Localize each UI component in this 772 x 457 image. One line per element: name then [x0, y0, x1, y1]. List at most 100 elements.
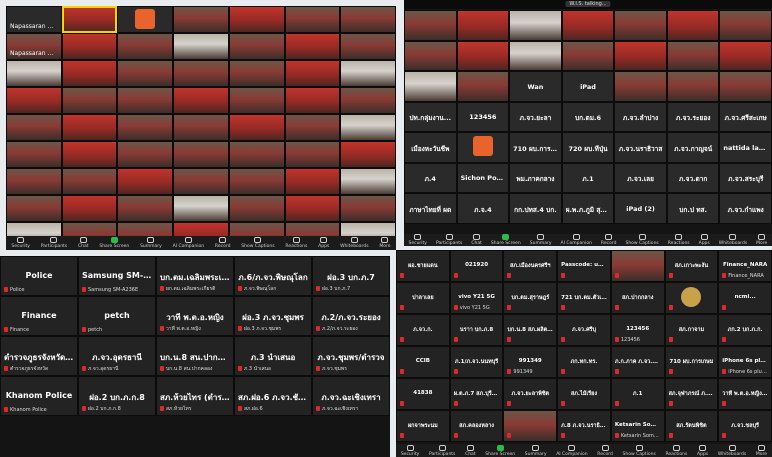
participant-tile[interactable]: [6, 195, 62, 222]
participant-tile[interactable]: ภ.จว.ศรีบุ: [557, 314, 611, 346]
participant-tile[interactable]: Police Police: [0, 256, 78, 296]
participant-tile[interactable]: [340, 168, 396, 195]
participant-tile[interactable]: ภ.จว.สระบุรี: [719, 162, 772, 193]
reactions-button[interactable]: Reactions: [285, 237, 307, 249]
participant-tile[interactable]: ภ.จว.ชุมพร/ตำรวจ ภ.จว.ชุมพร: [312, 336, 390, 376]
participant-tile[interactable]: ภ.จว.ชลบุรี: [718, 410, 772, 442]
participant-tile[interactable]: [6, 114, 62, 141]
participant-tile[interactable]: nattida lamnoi: [719, 132, 772, 163]
participant-tile[interactable]: [404, 40, 457, 71]
participant-tile[interactable]: 123456: [456, 101, 510, 132]
participant-tile[interactable]: [503, 410, 558, 442]
participant-tile[interactable]: ภ.จ.4: [456, 193, 510, 224]
participant-tile[interactable]: [173, 168, 229, 195]
participant-tile[interactable]: Finance_NARA Finance_NARA: [718, 250, 772, 282]
share-screen-button[interactable]: Share Screen: [485, 444, 515, 457]
participant-tile[interactable]: [228, 60, 285, 87]
participant-tile[interactable]: [614, 40, 667, 71]
participant-tile[interactable]: [666, 10, 720, 41]
participant-tile[interactable]: [61, 168, 118, 195]
participant-tile[interactable]: ภ.จว.เลย: [614, 162, 667, 193]
summary-button[interactable]: Summary: [525, 444, 547, 457]
participant-tile[interactable]: [117, 87, 174, 114]
participant-tile[interactable]: ภ.1: [610, 378, 665, 410]
more-button[interactable]: More: [379, 237, 391, 249]
participant-tile[interactable]: vivo Y21 5G vivo Y21 5G: [449, 282, 504, 314]
participant-tile[interactable]: สภ.ปากกลาง: [610, 282, 665, 314]
participant-tile[interactable]: iPhone 6s plus (2) iPhone 6s plus (2): [718, 346, 772, 378]
participant-tile[interactable]: ภ.6/ภ.จว.พิษณุโลก ภ.จว.พิษณุโลก: [234, 256, 312, 296]
participant-tile[interactable]: 710 ผบ.การอน: [509, 132, 562, 163]
participant-tile[interactable]: ภ.ก.ภาค ภ.จว.กพร.: [610, 346, 665, 378]
share-screen-button[interactable]: Share Screen: [491, 234, 521, 246]
participant-tile[interactable]: ผ.พ.ภ.ภูมิ สุจริต: [561, 193, 615, 224]
participant-tile[interactable]: วาที พ.ต.อ.หญิงบุษกร: [718, 378, 772, 410]
participant-tile[interactable]: [117, 6, 174, 33]
participant-tile[interactable]: สภ.ห้วยไทร (ตำรวจ) สภ.ห้วยไทร: [156, 376, 234, 416]
participant-tile[interactable]: สภ.ไม้เรียง: [557, 378, 611, 410]
participant-tile[interactable]: นราา บก.ภ.8: [449, 314, 504, 346]
participant-tile[interactable]: [404, 71, 457, 102]
participant-tile[interactable]: [284, 141, 341, 168]
participant-tile[interactable]: [173, 114, 229, 141]
participant-tile[interactable]: 721 บก.ตม.ตัวเมือง: [557, 282, 611, 314]
participant-tile[interactable]: เมืองหะวันชีพ: [404, 132, 457, 163]
ai-companion-button[interactable]: AI Companion: [556, 444, 588, 457]
participant-tile[interactable]: [340, 114, 396, 141]
participant-tile[interactable]: [561, 10, 615, 41]
participant-tile[interactable]: [719, 40, 772, 71]
participant-tile[interactable]: [509, 10, 562, 41]
chat-button[interactable]: Chat: [465, 444, 476, 457]
share-screen-button[interactable]: Share Screen: [99, 237, 129, 249]
show-captions-button[interactable]: Show Captions: [241, 237, 275, 249]
participant-tile[interactable]: [719, 71, 772, 102]
record-button[interactable]: Record: [601, 234, 616, 246]
participant-tile[interactable]: [6, 168, 62, 195]
participant-tile[interactable]: [610, 250, 665, 282]
participant-tile[interactable]: Khanom Police Khanom Police: [0, 376, 78, 416]
participant-tile[interactable]: ภ.จว.ยะลาพิชิต: [503, 378, 558, 410]
participant-tile[interactable]: [173, 195, 229, 222]
participants-button[interactable]: Participants: [436, 234, 462, 246]
participant-tile[interactable]: 41838: [396, 378, 450, 410]
participant-tile[interactable]: [117, 168, 174, 195]
participant-tile[interactable]: [284, 114, 341, 141]
participant-tile[interactable]: [456, 132, 510, 163]
participant-tile[interactable]: [228, 87, 285, 114]
participant-tile[interactable]: [228, 33, 285, 60]
participant-tile[interactable]: ฝอ.3 ภ.จว.ชุมพร ฝอ.3 ภ.จว.ชุมพร: [234, 296, 312, 336]
participant-tile[interactable]: ปท.กลุ่มงาน...: [404, 101, 457, 132]
ai-companion-button[interactable]: AI Companion: [561, 234, 592, 246]
participant-tile[interactable]: CCIB: [396, 346, 450, 378]
reactions-button[interactable]: Reactions: [665, 444, 687, 457]
participant-tile[interactable]: ฝอ.3 บก.ภ.7 ฝอ.3 บก.ภ.7: [312, 256, 390, 296]
participant-tile[interactable]: ภ.จว.ยะลา: [509, 101, 562, 132]
participant-tile[interactable]: [228, 6, 285, 33]
participant-tile[interactable]: บก.ป ทส.: [666, 193, 720, 224]
participant-tile[interactable]: สภ.ฝอ.6 ภ.จว.ชัย... สภ.ฝอ.6: [234, 376, 312, 416]
participant-tile[interactable]: ภ.จว.อุดรธานี ภ.จว.อุดรธานี: [78, 336, 156, 376]
participant-tile[interactable]: [6, 87, 62, 114]
participant-tile[interactable]: [61, 141, 118, 168]
participant-tile[interactable]: [340, 33, 396, 60]
participant-tile[interactable]: สภ.กาจาม: [664, 314, 719, 346]
participant-tile[interactable]: iPad (2): [614, 193, 667, 224]
participant-tile[interactable]: Ketsarin Somphan Ketsarin Somphan: [610, 410, 665, 442]
more-button[interactable]: More: [756, 444, 767, 457]
participant-tile[interactable]: ภาษาไทยที่ ผด: [404, 193, 457, 224]
participant-tile[interactable]: [228, 168, 285, 195]
participant-tile[interactable]: [284, 87, 341, 114]
participant-tile[interactable]: ภ.3 นำเสนอ ภ.3 นำเสนอ: [234, 336, 312, 376]
participant-tile[interactable]: [6, 60, 62, 87]
reactions-button[interactable]: Reactions: [668, 234, 690, 246]
participant-tile[interactable]: Passcode: ukpol...: [557, 250, 611, 282]
participant-tile[interactable]: Finance Finance: [0, 296, 78, 336]
participant-tile[interactable]: [284, 6, 341, 33]
security-button[interactable]: Security: [401, 444, 419, 457]
participant-tile[interactable]: [228, 195, 285, 222]
participant-tile[interactable]: บก.น.8 สน.ปากคลอง บก.น.8 สน.ปากคลอง: [156, 336, 234, 376]
participant-tile[interactable]: ผกจาพระนม: [396, 410, 450, 442]
participant-tile[interactable]: 710 ผบ.การเกษม: [664, 346, 719, 378]
participant-tile[interactable]: ภ.4: [404, 162, 457, 193]
participant-tile[interactable]: ภ.จว.ก.: [396, 314, 450, 346]
